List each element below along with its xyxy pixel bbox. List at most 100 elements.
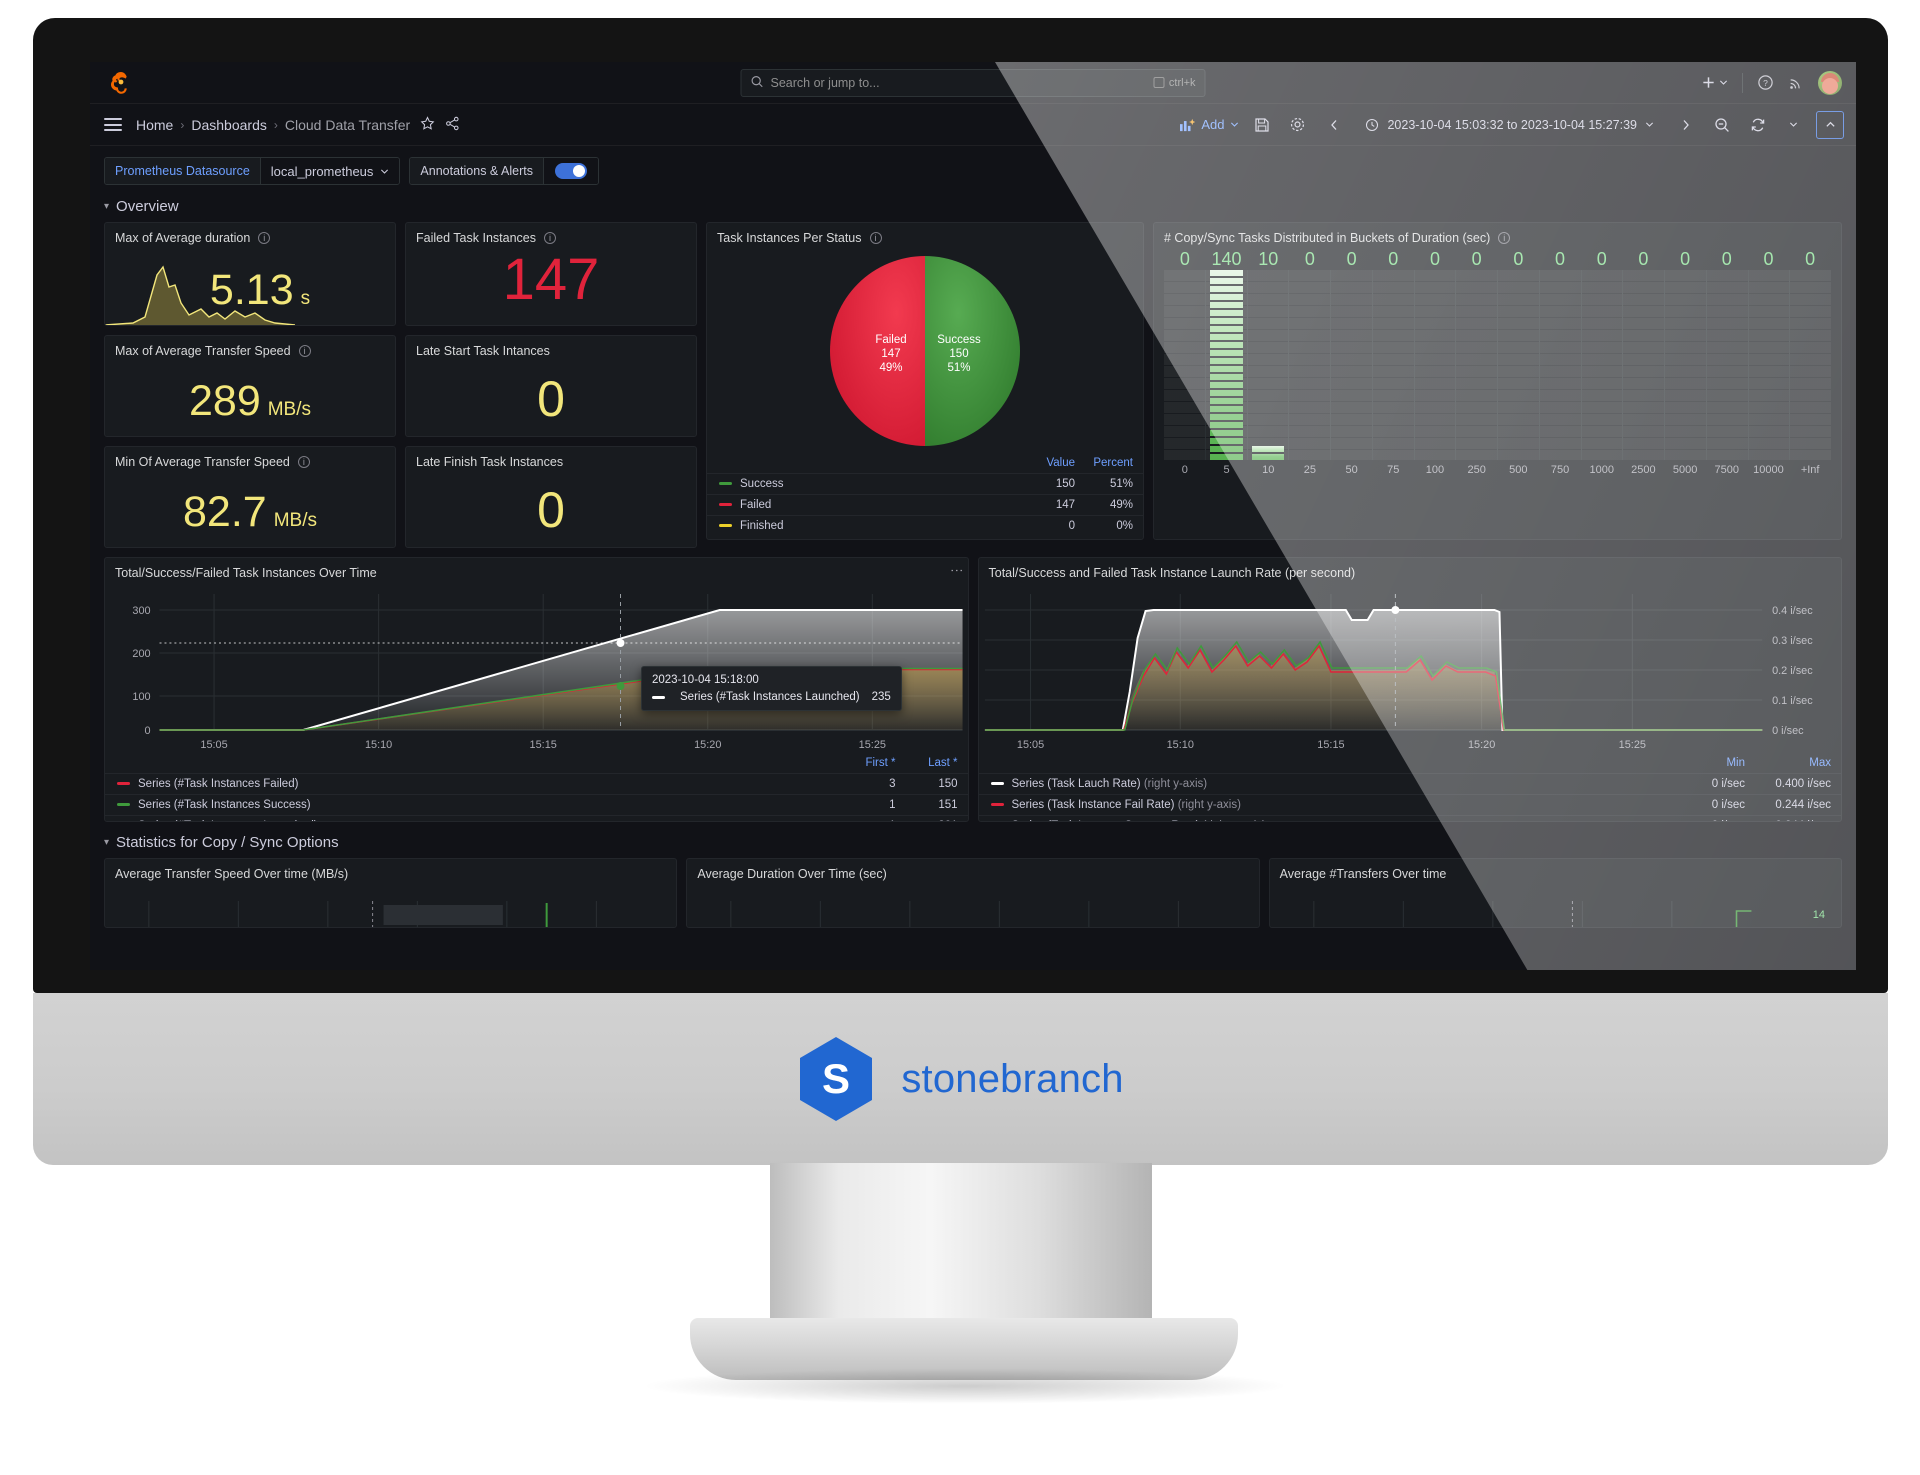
- legend-label: Finished: [740, 520, 784, 532]
- legend-row[interactable]: Series (Task Instance Fail Rate) (right …: [978, 794, 1841, 816]
- legend-row[interactable]: Series (Task Lauch Rate) (right y-axis) …: [978, 773, 1841, 795]
- variable-value[interactable]: local_prometheus: [260, 158, 400, 184]
- legend-col-last[interactable]: Last *: [906, 755, 968, 774]
- zoom-out-icon[interactable]: [1708, 111, 1735, 138]
- variable-annotations-alerts[interactable]: Annotations & Alerts: [409, 157, 599, 185]
- legend-min: 0 i/sec: [1683, 773, 1755, 795]
- histogram-bars: [1164, 270, 1831, 460]
- histogram-bucket[interactable]: [1372, 270, 1415, 460]
- legend-row[interactable]: Finished 0 0%: [707, 515, 1143, 536]
- histogram-gridlines: [1164, 270, 1205, 460]
- legend-col-first[interactable]: First *: [844, 755, 906, 774]
- histogram-bucket[interactable]: [1790, 270, 1831, 460]
- legend-row[interactable]: Success 150 51%: [707, 473, 1143, 495]
- legend-swatch: [719, 524, 732, 528]
- legend-col-percent[interactable]: Percent: [1085, 455, 1143, 474]
- legend-row[interactable]: Series (#Task Instances Success) 1 151: [105, 794, 968, 816]
- row-header-statistics[interactable]: ▾ Statistics for Copy / Sync Options: [90, 830, 1856, 858]
- info-icon[interactable]: i: [869, 232, 882, 244]
- histogram-bucket[interactable]: [1581, 270, 1624, 460]
- histogram-bucket[interactable]: [1331, 270, 1373, 460]
- time-shift-back-icon[interactable]: [1320, 111, 1347, 138]
- collapse-toolbar-button[interactable]: [1816, 110, 1844, 139]
- histogram-bucket[interactable]: [1247, 270, 1290, 460]
- svg-text:200: 200: [132, 648, 150, 660]
- legend-row[interactable]: Series (#Task Instances Launched) 1 301: [105, 815, 968, 821]
- svg-text:15:25: 15:25: [1618, 739, 1645, 751]
- histogram-bucket-value: 0: [1429, 249, 1440, 269]
- help-circle-icon[interactable]: ?: [1757, 74, 1774, 91]
- svg-text:15:10: 15:10: [1166, 739, 1193, 751]
- panel-title: Average Transfer Speed Over time (MB/s): [115, 867, 349, 881]
- legend-swatch: [719, 503, 732, 507]
- breadcrumb-item-home[interactable]: Home: [136, 117, 173, 133]
- info-icon[interactable]: i: [297, 456, 310, 468]
- histogram-x-tick: 10000: [1753, 464, 1784, 476]
- legend-swatch: [990, 803, 1004, 807]
- menu-toggle-icon[interactable]: [104, 118, 122, 131]
- info-icon[interactable]: i: [258, 232, 271, 244]
- add-panel-button[interactable]: Add: [1179, 117, 1239, 132]
- share-icon[interactable]: [445, 116, 460, 134]
- variable-prometheus-datasource[interactable]: Prometheus Datasource local_prometheus: [104, 157, 401, 185]
- svg-text:300: 300: [132, 605, 150, 617]
- legend-row[interactable]: Series (Task Instance Success Rate) (rig…: [978, 815, 1841, 821]
- histogram-x-tick: +Inf: [1800, 464, 1820, 476]
- breadcrumb-item-dashboards[interactable]: Dashboards: [191, 117, 267, 133]
- panel-title: Total/Success and Failed Task Instance L…: [988, 566, 1356, 580]
- histogram-bucket[interactable]: [1289, 270, 1331, 460]
- histogram-bucket[interactable]: [1706, 270, 1749, 460]
- panel-late-start-task-instances: Late Start Task Intances 0: [405, 335, 697, 437]
- refresh-icon[interactable]: [1744, 111, 1771, 138]
- legend-col-max[interactable]: Max: [1755, 755, 1841, 774]
- search-input[interactable]: Search or jump to... ctrl+k: [740, 68, 1206, 97]
- info-icon[interactable]: i: [543, 232, 556, 244]
- histogram-x-tick: 1000: [1589, 464, 1614, 476]
- histogram-x-tick: 2500: [1631, 464, 1656, 476]
- statistics-panel-row: Average Transfer Speed Over time (MB/s) …: [90, 858, 1856, 928]
- user-avatar[interactable]: [1818, 70, 1842, 95]
- rss-news-icon[interactable]: [1788, 75, 1804, 91]
- histogram-gridlines: [1289, 270, 1330, 460]
- histogram-bucket[interactable]: [1665, 270, 1707, 460]
- histogram-bucket-value: 140: [1211, 249, 1242, 269]
- legend-label: Success: [740, 478, 784, 490]
- histogram-bucket[interactable]: [1539, 270, 1582, 460]
- histogram-bucket[interactable]: [1414, 270, 1457, 460]
- histogram-bucket[interactable]: [1498, 270, 1540, 460]
- add-new-button[interactable]: [1701, 75, 1728, 90]
- histogram-bucket[interactable]: [1623, 270, 1665, 460]
- grafana-logo-icon[interactable]: [108, 70, 134, 96]
- histogram-bucket[interactable]: [1456, 270, 1498, 460]
- panel-preview-graph: [730, 901, 1180, 927]
- stat-value-block: 0: [406, 374, 696, 424]
- legend-row[interactable]: Failed 147 49%: [707, 494, 1143, 516]
- gear-icon[interactable]: [1284, 111, 1311, 138]
- legend-col-value[interactable]: Value: [968, 455, 1085, 474]
- panel-title-row: Failed Task Instances i: [406, 223, 696, 245]
- histogram-body: 0 140 10 0 0 0 0 0 0 0 0 0 0 0 0 0 0 5 10 25 50 75 100 250 500 7…: [1154, 245, 1841, 476]
- histogram-bucket[interactable]: [1748, 270, 1791, 460]
- stat-value-block: 289 MB/s: [105, 380, 395, 423]
- legend-col-min[interactable]: Min: [1683, 755, 1755, 774]
- time-shift-forward-icon[interactable]: [1672, 111, 1699, 138]
- panel-title-row: Average #Transfers Over time: [1270, 859, 1841, 881]
- panel-menu-icon[interactable]: ⋮: [950, 564, 965, 577]
- panel-title-row: Average Transfer Speed Over time (MB/s): [105, 859, 676, 881]
- svg-text:0 i/sec: 0 i/sec: [1772, 725, 1804, 737]
- histogram-gridlines: [1372, 270, 1414, 460]
- histogram-bucket[interactable]: [1164, 270, 1206, 460]
- time-range-picker[interactable]: 2023-10-04 15:03:32 to 2023-10-04 15:27:…: [1356, 111, 1663, 139]
- info-icon[interactable]: i: [298, 345, 311, 357]
- ts-rate-legend: Min Max Series (Task Lauch Rate) (right …: [978, 755, 1841, 821]
- histogram-bucket[interactable]: [1205, 270, 1248, 460]
- panel-min-avg-transfer-speed: Min Of Average Transfer Speed i 82.7 MB/…: [104, 446, 396, 548]
- row-header-overview[interactable]: ▾ Overview: [90, 194, 1856, 222]
- save-icon[interactable]: [1248, 111, 1275, 138]
- histogram-gridlines: [1498, 270, 1539, 460]
- refresh-interval-dropdown[interactable]: [1780, 111, 1807, 138]
- info-icon[interactable]: i: [1498, 232, 1511, 244]
- legend-row[interactable]: Series (#Task Instances Failed) 3 150: [105, 773, 968, 795]
- star-icon[interactable]: [420, 115, 435, 134]
- annotations-toggle[interactable]: [555, 163, 587, 179]
